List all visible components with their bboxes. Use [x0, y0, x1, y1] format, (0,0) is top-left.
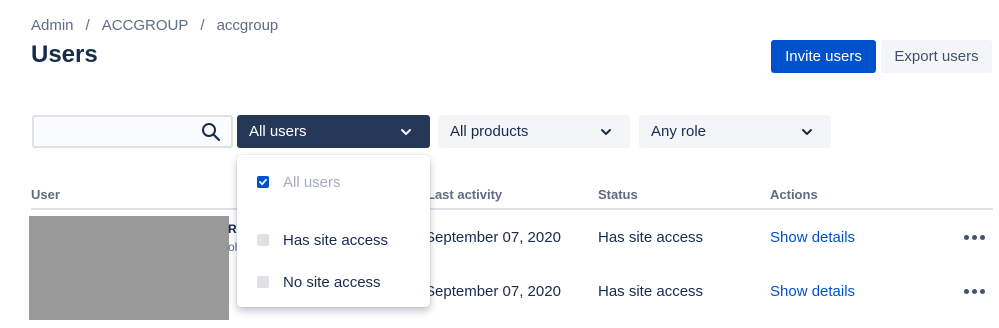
product-filter-select[interactable]: All products	[438, 115, 630, 148]
export-users-button[interactable]: Export users	[881, 40, 992, 73]
breadcrumb-item-org[interactable]: ACCGROUP	[102, 17, 189, 34]
role-filter-value: Any role	[651, 123, 707, 140]
status-cell: Has site access	[598, 229, 704, 246]
checkbox-checked[interactable]	[257, 176, 269, 188]
chevron-down-icon	[601, 129, 611, 135]
dropdown-option-has-site-access[interactable]: Has site access	[237, 225, 430, 255]
invite-users-button[interactable]: Invite users	[771, 40, 876, 73]
redacted-user-block	[29, 216, 229, 320]
search-input[interactable]	[32, 115, 233, 148]
dropdown-option-label: All users	[283, 174, 341, 191]
role-filter-select[interactable]: Any role	[639, 115, 831, 148]
table-header-divider	[31, 208, 993, 210]
breadcrumb-separator: /	[85, 17, 90, 34]
breadcrumb-item-site[interactable]: accgroup	[217, 17, 279, 34]
dropdown-option-all-users[interactable]: All users	[237, 167, 430, 197]
user-filter-dropdown: All users Has site access No site access	[237, 155, 430, 307]
breadcrumb-separator: /	[200, 17, 205, 34]
last-activity-cell: September 07, 2020	[425, 283, 561, 300]
column-header-user: User	[31, 187, 60, 202]
status-cell: Has site access	[598, 283, 704, 300]
last-activity-cell: September 07, 2020	[425, 229, 561, 246]
checkbox[interactable]	[257, 234, 269, 246]
user-filter-select[interactable]: All users	[237, 115, 430, 148]
dropdown-option-no-site-access[interactable]: No site access	[237, 267, 430, 297]
checkbox[interactable]	[257, 276, 269, 288]
more-horizontal-icon[interactable]	[964, 235, 986, 241]
column-header-actions: Actions	[770, 187, 818, 202]
checkmark-icon	[259, 178, 267, 186]
column-header-status: Status	[598, 187, 638, 202]
chevron-down-icon	[401, 129, 411, 135]
breadcrumb: Admin / ACCGROUP / accgroup	[31, 17, 278, 34]
show-details-link[interactable]: Show details	[770, 229, 855, 246]
page-title: Users	[31, 41, 98, 68]
product-filter-value: All products	[450, 123, 529, 140]
search-icon	[202, 123, 221, 142]
more-horizontal-icon[interactable]	[964, 289, 986, 295]
show-details-link[interactable]: Show details	[770, 283, 855, 300]
user-filter-value: All users	[249, 123, 307, 140]
dropdown-option-label: Has site access	[283, 232, 389, 249]
chevron-down-icon	[802, 129, 812, 135]
dropdown-option-label: No site access	[283, 274, 381, 291]
breadcrumb-item-admin[interactable]: Admin	[31, 17, 74, 34]
column-header-last-activity: Last activity	[427, 187, 503, 202]
